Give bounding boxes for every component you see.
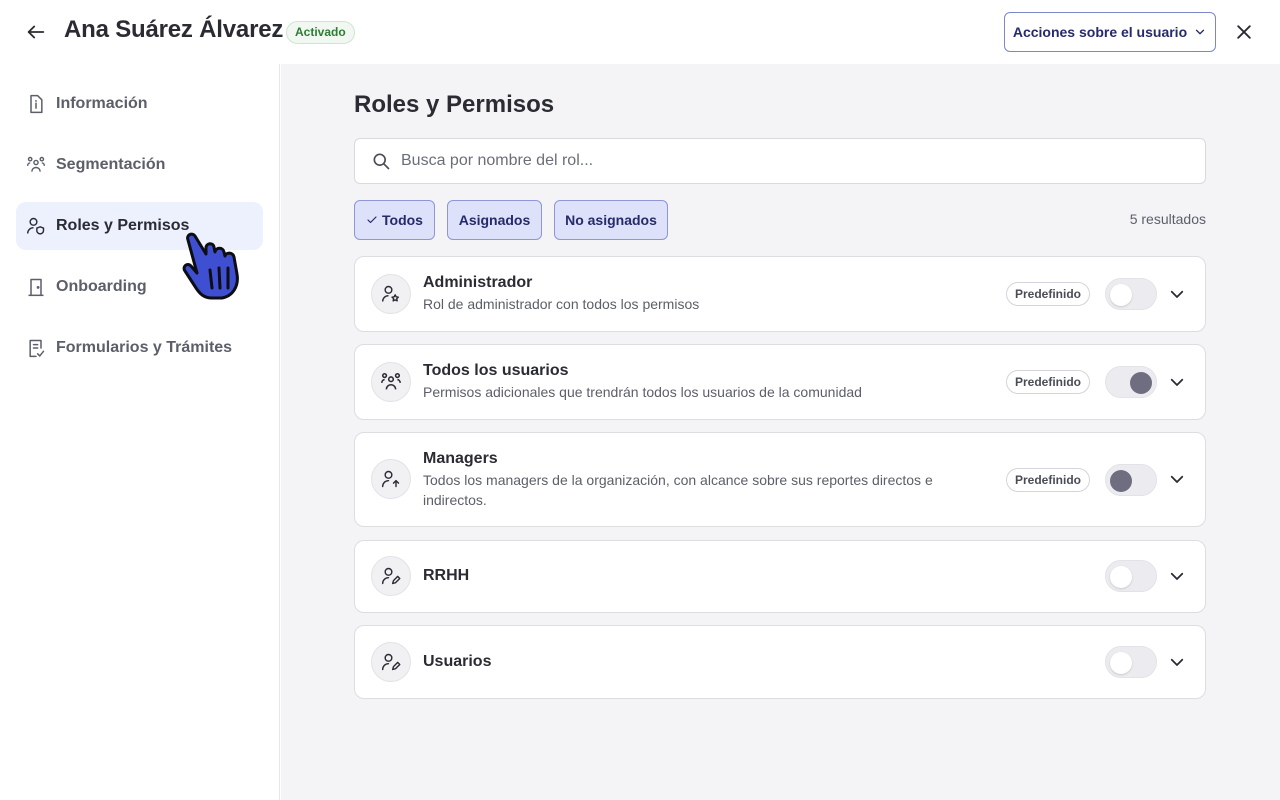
predefined-badge: Predefinido	[1006, 468, 1091, 492]
sidebar-item-label: Formularios y Trámites	[56, 339, 233, 356]
expand-button[interactable]	[1165, 282, 1189, 306]
sidebar-nav: Información Segmentación Roles y Permiso…	[0, 64, 280, 800]
user-edit-icon	[371, 556, 411, 596]
filter-chip-label: Asignados	[458, 212, 531, 228]
close-icon	[1237, 25, 1251, 39]
expand-button[interactable]	[1165, 370, 1189, 394]
search-box[interactable]	[354, 138, 1206, 184]
role-toggle[interactable]	[1105, 646, 1157, 678]
chevron-down-icon	[1170, 378, 1184, 386]
sidebar-item-label: Información	[56, 95, 148, 112]
role-toggle[interactable]	[1105, 560, 1157, 592]
role-description: Todos los managers de la organización, c…	[423, 472, 933, 508]
filter-chip-label: No asignados	[565, 212, 657, 228]
sidebar-item-segmentacion[interactable]: Segmentación	[16, 141, 263, 189]
role-toggle[interactable]	[1105, 278, 1157, 310]
sidebar-item-onboarding[interactable]: Onboarding	[16, 263, 263, 311]
predefined-badge: Predefinido	[1006, 370, 1091, 394]
role-toggle[interactable]	[1105, 464, 1157, 496]
chevron-down-icon	[1170, 658, 1184, 666]
user-name-title: Ana Suárez Álvarez	[64, 16, 284, 43]
user-actions-button[interactable]: Acciones sobre el usuario	[1004, 12, 1216, 52]
check-icon	[367, 216, 377, 224]
role-name: Managers	[423, 450, 498, 467]
search-icon	[373, 153, 390, 170]
sidebar-item-informacion[interactable]: Información	[16, 80, 263, 128]
user-up-icon	[371, 459, 411, 499]
role-card-rrhh: RRHH	[354, 540, 1206, 613]
toggle-knob	[1110, 652, 1132, 674]
expand-button[interactable]	[1165, 467, 1189, 491]
user-actions-label: Acciones sobre el usuario	[1012, 24, 1188, 40]
sidebar-item-label: Roles y Permisos	[56, 217, 190, 234]
users-group-icon	[371, 362, 411, 402]
user-star-icon	[371, 274, 411, 314]
chevron-down-icon	[1195, 29, 1205, 35]
role-name: Usuarios	[423, 653, 492, 670]
role-name: Administrador	[423, 274, 533, 291]
page-header: Ana Suárez Álvarez Activado Acciones sob…	[0, 0, 1280, 64]
chevron-down-icon	[1170, 290, 1184, 298]
sidebar-item-label: Segmentación	[56, 156, 166, 173]
filter-chip-no-asignados[interactable]: No asignados	[554, 200, 668, 240]
role-toggle[interactable]	[1105, 366, 1157, 398]
search-input[interactable]	[401, 152, 1181, 170]
main-content: Roles y Permisos Todos Asignados No asig…	[281, 64, 1280, 800]
filter-chip-asignados[interactable]: Asignados	[447, 200, 542, 240]
expand-button[interactable]	[1165, 564, 1189, 588]
role-card-managers: Managers Todos los managers de la organi…	[354, 432, 1206, 527]
group-icon	[26, 155, 46, 175]
role-name: RRHH	[423, 567, 470, 584]
chevron-down-icon	[1170, 572, 1184, 580]
role-card-administrador: Administrador Rol de administrador con t…	[354, 256, 1206, 332]
filter-chip-label: Todos	[382, 212, 423, 228]
user-shield-icon	[26, 216, 46, 236]
page-title: Roles y Permisos	[354, 91, 555, 118]
results-count: 5 resultados	[1129, 211, 1206, 227]
chevron-down-icon	[1170, 475, 1184, 483]
info-document-icon	[26, 94, 46, 114]
role-card-usuarios: Usuarios	[354, 625, 1206, 699]
role-description: Rol de administrador con todos los permi…	[423, 296, 700, 312]
toggle-knob	[1110, 284, 1132, 306]
toggle-knob	[1130, 372, 1152, 394]
role-description: Permisos adicionales que trendrán todos …	[423, 384, 862, 400]
sidebar-item-roles-permisos[interactable]: Roles y Permisos	[16, 202, 263, 250]
close-button[interactable]	[1230, 18, 1258, 46]
predefined-badge: Predefinido	[1006, 282, 1091, 306]
toggle-knob	[1110, 566, 1132, 588]
arrow-left-icon	[27, 25, 45, 39]
back-button[interactable]	[22, 18, 50, 46]
role-name: Todos los usuarios	[423, 362, 569, 379]
sidebar-item-label: Onboarding	[56, 278, 147, 295]
filter-chip-todos[interactable]: Todos	[354, 200, 435, 240]
role-card-todos-los-usuarios: Todos los usuarios Permisos adicionales …	[354, 344, 1206, 420]
form-check-icon	[26, 338, 46, 358]
expand-button[interactable]	[1165, 650, 1189, 674]
door-icon	[26, 277, 46, 297]
toggle-knob	[1110, 470, 1132, 492]
sidebar-item-formularios[interactable]: Formularios y Trámites	[16, 324, 263, 372]
status-badge: Activado	[286, 21, 355, 44]
user-edit-icon	[371, 642, 411, 682]
